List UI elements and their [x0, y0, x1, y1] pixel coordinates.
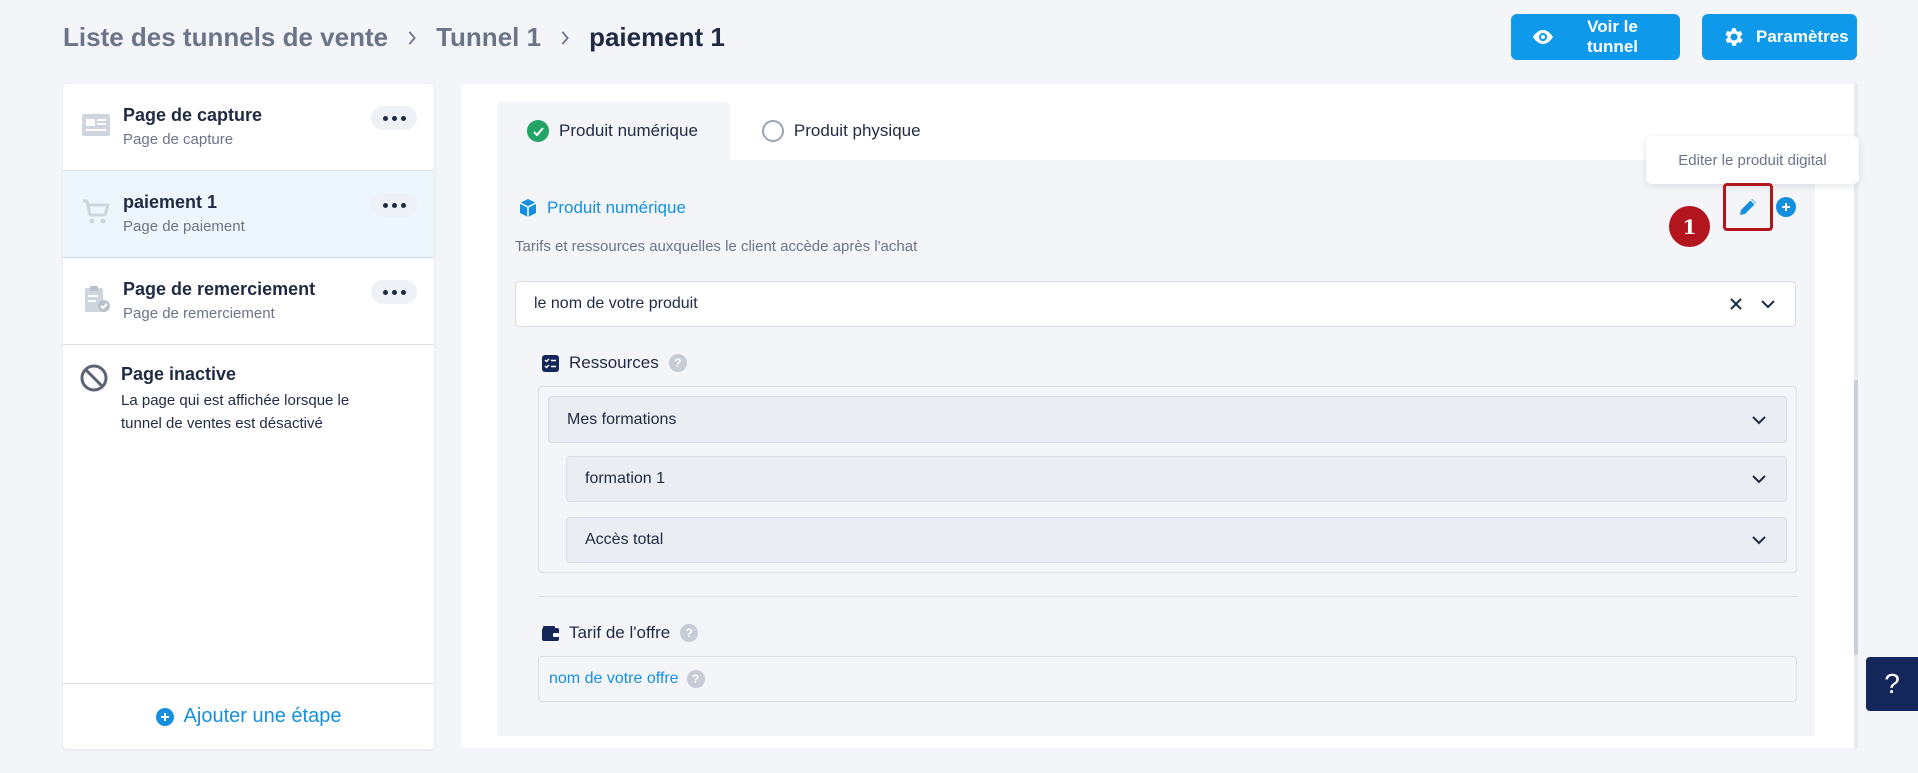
box-icon [517, 197, 539, 219]
edit-product-tooltip: Editer le produit digital [1646, 136, 1859, 184]
resource-group-select[interactable]: Mes formations [548, 396, 1787, 443]
sidebar-step-paiement[interactable]: paiement 1 Page de paiement [63, 171, 434, 258]
add-step-button[interactable]: Ajouter une étape [63, 683, 434, 749]
edit-product-button[interactable] [1723, 183, 1773, 231]
access-select[interactable]: Accès total [566, 517, 1787, 563]
formation-value: formation 1 [585, 470, 666, 487]
help-icon[interactable]: ? [668, 354, 687, 372]
breadcrumb-tunnel[interactable]: Tunnel 1 [436, 22, 541, 53]
pencil-icon [1736, 195, 1760, 219]
step-description: La page qui est affichée lorsque le tunn… [121, 392, 350, 432]
wallet-icon [542, 625, 559, 642]
digital-product-description: Tarifs et ressources auxquelles le clien… [515, 238, 918, 255]
gear-icon [1722, 25, 1746, 49]
resources-title: Ressources [569, 353, 659, 372]
help-icon[interactable]: ? [680, 624, 699, 642]
chevron-down-icon [1752, 415, 1766, 424]
sidebar-inactive-page[interactable]: Page inactive La page qui est affichée l… [63, 345, 434, 465]
cart-icon [79, 195, 113, 229]
chevron-down-icon[interactable] [1759, 295, 1777, 313]
chevron-down-icon [1752, 475, 1766, 484]
scrollbar-thumb[interactable] [1854, 380, 1858, 655]
help-icon[interactable]: ? [686, 670, 705, 688]
digital-product-title: Produit numérique [547, 198, 686, 217]
view-funnel-button[interactable]: Voir le tunnel [1511, 14, 1680, 60]
chevron-right-icon [555, 28, 575, 48]
product-select[interactable]: le nom de votre produit [515, 281, 1796, 327]
tab-physical-product[interactable]: Produit physique [730, 102, 953, 160]
offer-price-label: Tarif de l'offre ? [542, 623, 699, 643]
digital-product-heading: Produit numérique [517, 197, 686, 219]
add-product-button[interactable] [1776, 197, 1796, 217]
offer-price-title: Tarif de l'offre [569, 623, 671, 642]
eye-icon [1531, 25, 1555, 49]
help-widget-button[interactable]: ? [1866, 657, 1918, 711]
tab-label: Produit physique [793, 121, 921, 140]
view-funnel-label: Voir le tunnel [1587, 17, 1638, 56]
step-subtitle: Page de remerciement [123, 305, 275, 322]
access-value: Accès total [585, 531, 664, 548]
breadcrumb-funnels-list[interactable]: Liste des tunnels de vente [63, 22, 388, 53]
capture-page-icon [79, 108, 113, 142]
step-marker-badge: 1 [1669, 206, 1710, 247]
section-divider [538, 596, 1797, 597]
offer-row[interactable]: nom de votre offre ? [538, 656, 1797, 702]
check-circle-icon [527, 120, 549, 142]
chevron-down-icon [1752, 536, 1766, 545]
step-subtitle: Page de paiement [123, 218, 245, 235]
clear-icon[interactable] [1727, 295, 1745, 313]
chevron-right-icon [402, 28, 422, 48]
step-subtitle: Page de capture [123, 131, 234, 148]
settings-button[interactable]: Paramètres [1702, 14, 1857, 60]
plus-icon [1782, 203, 1790, 211]
sidebar-step-remerciement[interactable]: Page de remerciement Page de remerciemen… [63, 258, 434, 345]
formation-select[interactable]: formation 1 [566, 456, 1787, 502]
ban-icon [79, 363, 109, 393]
sidebar-step-capture[interactable]: Page de capture Page de capture [63, 84, 434, 171]
breadcrumb-current-page: paiement 1 [589, 22, 725, 52]
offer-name[interactable]: nom de votre offre [549, 670, 679, 688]
plus-circle-icon [155, 707, 174, 726]
step-more-button[interactable] [371, 280, 417, 304]
clipboard-check-icon [79, 282, 113, 316]
step-title: Page inactive [121, 364, 237, 384]
resource-group-value: Mes formations [567, 410, 677, 428]
settings-label: Paramètres [1756, 27, 1849, 46]
radio-icon [761, 120, 784, 142]
tab-digital-product[interactable]: Produit numérique [497, 102, 730, 160]
product-type-tabs: Produit numérique Produit physique [497, 102, 953, 160]
product-select-value: le nom de votre produit [534, 295, 698, 312]
checklist-icon [542, 354, 559, 372]
funnel-steps-sidebar: Page de capture Page de capture paiement… [63, 84, 434, 749]
step-more-button[interactable] [371, 106, 417, 130]
tab-label: Produit numérique [559, 121, 698, 140]
breadcrumb: Liste des tunnels de vente Tunnel 1 paie… [63, 22, 725, 53]
resources-label: Ressources ? [542, 353, 687, 373]
step-more-button[interactable] [371, 193, 417, 217]
add-step-label: Ajouter une étape [183, 705, 342, 727]
